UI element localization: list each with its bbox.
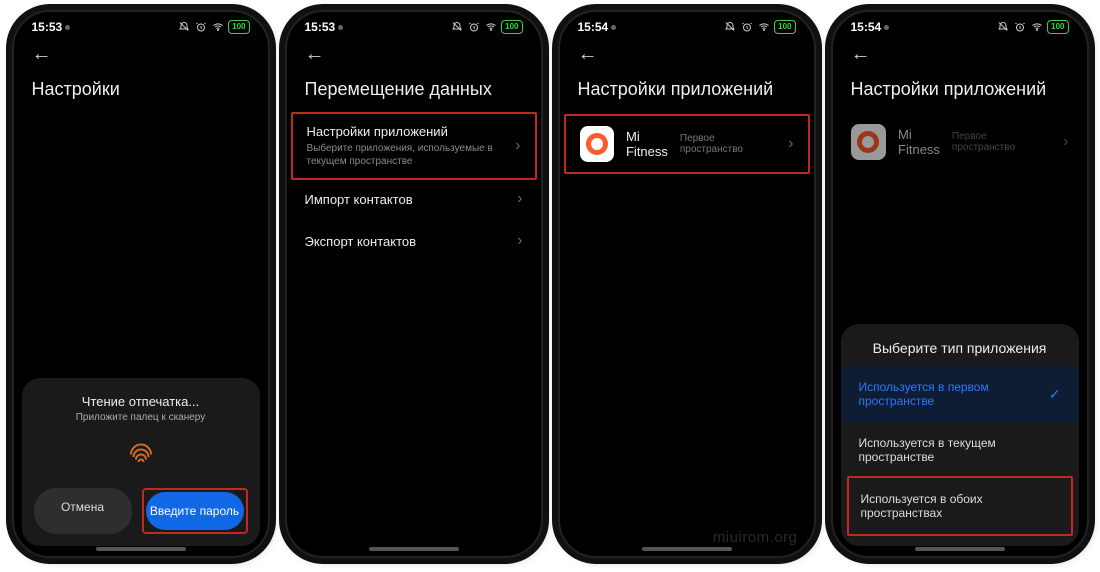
battery-icon: 100: [774, 20, 795, 34]
watermark: miuirom.org: [713, 529, 798, 546]
home-indicator[interactable]: [642, 547, 732, 551]
chevron-right-icon: ›: [515, 137, 520, 155]
option-label: Используется в текущем пространстве: [859, 436, 1061, 464]
home-indicator[interactable]: [96, 547, 186, 551]
status-bar: 15:53 100: [14, 12, 268, 38]
dnd-icon: [996, 21, 1010, 33]
page-title: Настройки приложений: [833, 69, 1087, 114]
wifi-icon: [484, 21, 498, 33]
status-bar: 15:54 100: [560, 12, 814, 38]
cancel-button[interactable]: Отмена: [34, 488, 132, 534]
check-icon: ✓: [1049, 386, 1061, 403]
status-bar: 15:53 100: [287, 12, 541, 38]
app-name-label: Mi Fitness: [626, 129, 668, 159]
page-title: Настройки приложений: [560, 69, 814, 114]
status-dot-icon: [884, 25, 889, 30]
enter-password-button[interactable]: Введите пароль: [146, 492, 244, 530]
sheet-title: Выберите тип приложения: [841, 340, 1079, 356]
app-row-mi-fitness[interactable]: Mi Fitness Первое пространство ›: [833, 114, 1087, 170]
status-time: 15:53: [32, 20, 63, 34]
option-label: Используется в первом пространстве: [859, 380, 1049, 408]
home-indicator[interactable]: [915, 547, 1005, 551]
battery-icon: 100: [1047, 20, 1068, 34]
app-settings-item[interactable]: Настройки приложений Выберите приложения…: [291, 112, 537, 180]
dnd-icon: [450, 21, 464, 33]
phone-screen-3: 15:54 100 ← Настройки приложений Mi Fitn…: [558, 10, 816, 558]
status-bar: 15:54 100: [833, 12, 1087, 38]
battery-icon: 100: [228, 20, 249, 34]
status-dot-icon: [611, 25, 616, 30]
wifi-icon: [1030, 21, 1044, 33]
highlight-box: Введите пароль: [142, 488, 248, 534]
phone-screen-1: 15:53 100 ← Настройки Чтение отпечатка..…: [12, 10, 270, 558]
status-dot-icon: [65, 25, 70, 30]
mi-fitness-icon: [851, 124, 887, 160]
mi-fitness-icon: [580, 126, 614, 162]
battery-icon: 100: [501, 20, 522, 34]
item-label: Импорт контактов: [305, 192, 413, 207]
phone-screen-4: 15:54 100 ← Настройки приложений Mi Fitn…: [831, 10, 1089, 558]
chevron-right-icon: ›: [1063, 133, 1068, 151]
option-first-space[interactable]: Используется в первом пространстве ✓: [841, 366, 1079, 422]
status-time: 15:54: [851, 20, 882, 34]
back-button[interactable]: ←: [305, 44, 325, 64]
app-type-sheet: Выберите тип приложения Используется в п…: [841, 324, 1079, 546]
option-current-space[interactable]: Используется в текущем пространстве: [841, 422, 1079, 478]
phone-screen-2: 15:53 100 ← Перемещение данных Настройки…: [285, 10, 543, 558]
fingerprint-icon: [126, 437, 156, 467]
app-meta-label: Первое пространство: [680, 133, 776, 155]
app-name-label: Mi Fitness: [898, 127, 940, 157]
back-button[interactable]: ←: [851, 44, 871, 64]
alarm-icon: [467, 21, 481, 33]
alarm-icon: [1013, 21, 1027, 33]
page-title: Перемещение данных: [287, 69, 541, 114]
item-label: Настройки приложений: [307, 124, 506, 139]
option-both-spaces[interactable]: Используется в обоих пространствах: [847, 476, 1073, 536]
item-label: Экспорт контактов: [305, 234, 417, 249]
alarm-icon: [194, 21, 208, 33]
status-dot-icon: [338, 25, 343, 30]
export-contacts-item[interactable]: Экспорт контактов ›: [287, 220, 541, 262]
status-time: 15:54: [578, 20, 609, 34]
back-button[interactable]: ←: [578, 44, 598, 64]
back-button[interactable]: ←: [32, 44, 52, 64]
item-sublabel: Выберите приложения, используемые в теку…: [307, 142, 506, 168]
option-label: Используется в обоих пространствах: [861, 492, 1059, 520]
chevron-right-icon: ›: [517, 190, 522, 208]
sheet-title: Чтение отпечатка...: [34, 394, 248, 409]
wifi-icon: [211, 21, 225, 33]
page-title: Настройки: [14, 69, 268, 114]
app-meta-label: Первое пространство: [952, 131, 1051, 153]
status-time: 15:53: [305, 20, 336, 34]
dnd-icon: [723, 21, 737, 33]
import-contacts-item[interactable]: Импорт контактов ›: [287, 178, 541, 220]
wifi-icon: [757, 21, 771, 33]
fingerprint-sheet: Чтение отпечатка... Приложите палец к ск…: [22, 378, 260, 546]
dnd-icon: [177, 21, 191, 33]
chevron-right-icon: ›: [517, 232, 522, 250]
chevron-right-icon: ›: [788, 135, 793, 153]
app-row-mi-fitness[interactable]: Mi Fitness Первое пространство ›: [564, 114, 810, 174]
sheet-subtitle: Приложите палец к сканеру: [34, 412, 248, 423]
home-indicator[interactable]: [369, 547, 459, 551]
alarm-icon: [740, 21, 754, 33]
